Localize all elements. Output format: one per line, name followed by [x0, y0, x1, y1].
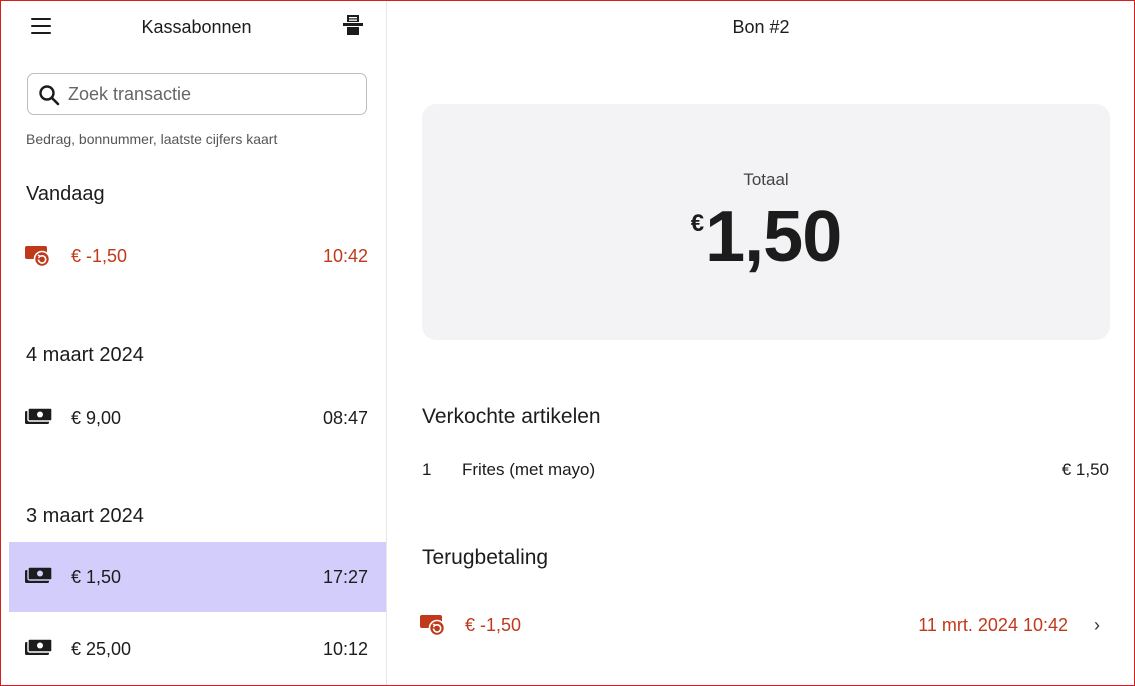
- transaction-row[interactable]: € 9,00 08:47: [9, 383, 386, 453]
- transaction-amount: € 1,50: [71, 567, 122, 587]
- chevron-right-icon[interactable]: ›: [1094, 615, 1100, 636]
- item-name: Frites (met mayo): [462, 460, 596, 479]
- transaction-row-selected[interactable]: € 1,50 17:27: [9, 542, 386, 612]
- transaction-time: 10:42: [322, 246, 368, 266]
- total-currency: €: [690, 210, 704, 237]
- transaction-amount: € -1,50: [71, 246, 128, 266]
- section-heading-date: 3 maart 2024: [26, 505, 144, 527]
- transaction-time: 08:47: [322, 408, 368, 428]
- item-price: € 1,50: [1061, 460, 1109, 479]
- total-card: Totaal €1,50: [422, 104, 1110, 340]
- transaction-row[interactable]: € -1,50 10:42: [9, 221, 386, 291]
- cash-icon: [25, 638, 53, 665]
- printer-icon[interactable]: [342, 14, 364, 41]
- sold-items-heading: Verkochte artikelen: [422, 405, 601, 428]
- transaction-amount: € 25,00: [71, 639, 132, 659]
- search-hint: Bedrag, bonnummer, laatste cijfers kaart: [26, 131, 278, 147]
- search-icon: [38, 84, 60, 111]
- search-box[interactable]: [27, 73, 367, 115]
- transaction-time: 10:12: [322, 639, 368, 659]
- cash-icon: [25, 407, 53, 434]
- left-topbar: Kassabonnen: [9, 0, 386, 56]
- total-amount: €1,50: [422, 196, 1110, 278]
- panel-title: Kassabonnen: [141, 17, 252, 37]
- transaction-time: 17:27: [322, 567, 368, 587]
- transaction-amount: € 9,00: [71, 408, 122, 428]
- transactions-panel: Kassabonnen Bedrag, bonnummer, laatste c…: [9, 0, 387, 686]
- refund-icon: [25, 245, 53, 272]
- transaction-row[interactable]: € 25,00 10:12: [9, 614, 386, 684]
- receipt-title: Bon #2: [732, 17, 790, 37]
- refund-amount: € -1,50: [465, 615, 522, 635]
- refund-datetime: 11 mrt. 2024 10:42: [918, 615, 1068, 635]
- refund-row[interactable]: € -1,50 11 mrt. 2024 10:42 ›: [420, 600, 1120, 650]
- total-label: Totaal: [743, 170, 789, 189]
- refund-heading: Terugbetaling: [422, 546, 549, 569]
- section-heading-today: Vandaag: [26, 183, 105, 205]
- item-quantity: 1: [422, 460, 432, 479]
- refund-icon: [420, 614, 448, 641]
- total-value: 1,50: [705, 197, 842, 277]
- search-input[interactable]: [68, 82, 348, 106]
- hamburger-menu-icon[interactable]: [31, 18, 51, 34]
- section-heading-date: 4 maart 2024: [26, 344, 144, 366]
- cash-icon: [25, 566, 53, 593]
